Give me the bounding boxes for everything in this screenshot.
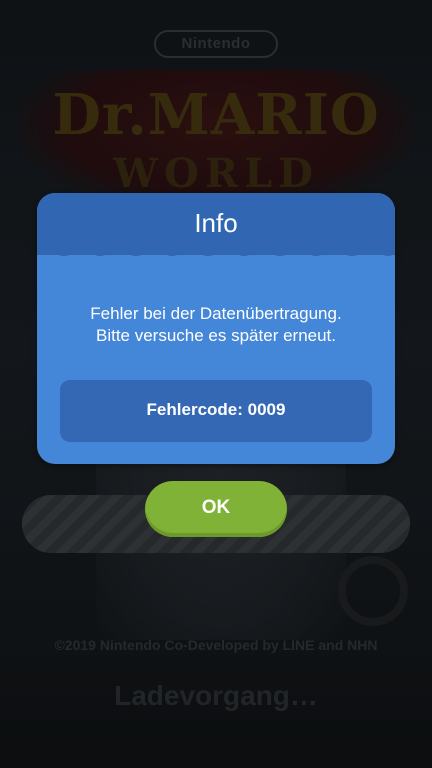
app-screen: Nintendo Dr.MARIO WORLD ©2019 Nintendo C… — [0, 0, 432, 768]
dialog-title: Info — [194, 208, 238, 238]
error-code-text: Fehlercode: 0009 — [146, 400, 286, 419]
error-code-box: Fehlercode: 0009 — [60, 380, 372, 442]
message-line-2: Bitte versuche es später erneut. — [95, 326, 337, 345]
info-dialog: Info Fehler bei der Datenübertragung. Bi… — [37, 193, 395, 464]
dialog-header: Info — [37, 193, 395, 255]
message-line-1: Fehler bei der Datenübertragung. — [90, 304, 342, 323]
header-wave-divider — [37, 247, 395, 256]
dialog-message: Fehler bei der Datenübertragung. Bitte v… — [37, 303, 395, 347]
ok-button[interactable]: OK — [145, 481, 287, 537]
